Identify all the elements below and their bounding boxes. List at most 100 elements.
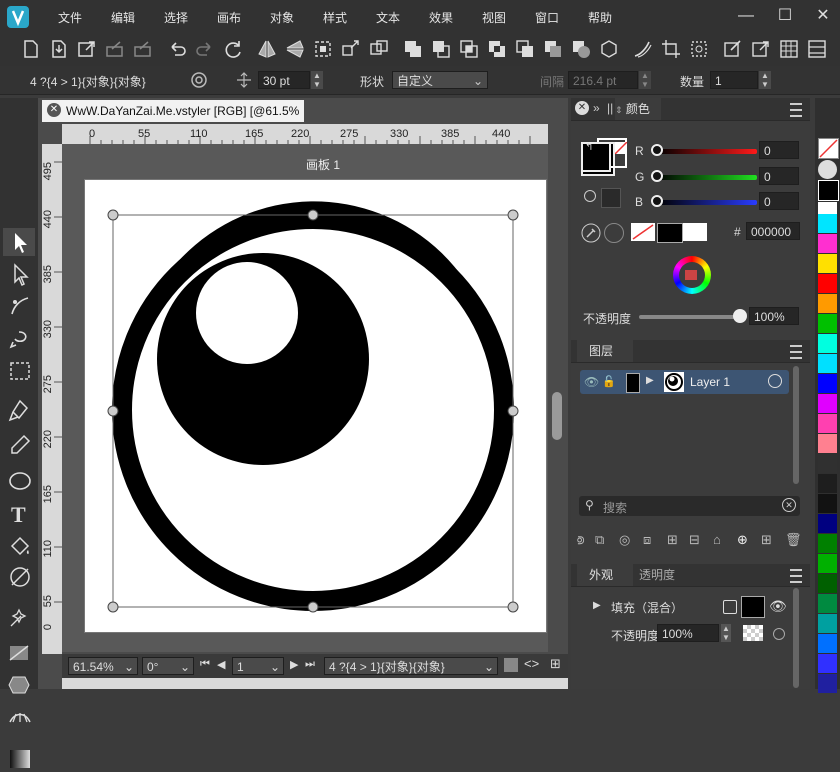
angle-select[interactable]: 0° ⌄: [142, 657, 194, 675]
maximize-icon[interactable]: ☐: [775, 6, 795, 26]
swatch-magenta[interactable]: [818, 234, 837, 253]
black-swatch[interactable]: [657, 223, 683, 243]
grid-icon[interactable]: [778, 38, 800, 60]
camera-icon[interactable]: ⌂: [713, 532, 721, 547]
channel-g-knob[interactable]: [651, 170, 663, 182]
fill-bucket-icon[interactable]: [7, 534, 33, 560]
bezier-tool-icon[interactable]: [7, 294, 33, 320]
crop-icon[interactable]: [660, 38, 682, 60]
shape-select[interactable]: 自定义 ⌄: [392, 71, 488, 89]
close-icon[interactable]: ✕: [813, 6, 833, 26]
fill-radio[interactable]: [584, 190, 596, 202]
swatch-navy[interactable]: [818, 514, 837, 533]
lasso-tool-icon[interactable]: [7, 326, 33, 352]
count-input[interactable]: 1: [710, 71, 758, 89]
layer-row[interactable]: 👁 🔓 ▶ Layer 1: [580, 370, 789, 394]
channel-b-input[interactable]: 0: [759, 192, 799, 210]
swatch-teal[interactable]: [818, 614, 837, 633]
ellipse-tool-icon[interactable]: [7, 468, 33, 494]
small-swatch[interactable]: [601, 188, 621, 208]
scroll-thumb[interactable]: [552, 392, 562, 440]
opacity-target-icon[interactable]: [773, 628, 785, 640]
clip-icon[interactable]: ⧈: [643, 532, 651, 548]
appearance-scrollbar[interactable]: [793, 588, 799, 688]
color-mode-toggle[interactable]: [604, 223, 624, 243]
swatch-forest[interactable]: [818, 574, 837, 593]
collapse-icon[interactable]: »: [593, 101, 600, 115]
new-document-icon[interactable]: [20, 38, 42, 60]
channel-r-slider[interactable]: [657, 149, 757, 154]
vertical-scrollbar[interactable]: [549, 124, 565, 654]
menu-object[interactable]: 对象: [270, 9, 294, 26]
edit-icon[interactable]: [722, 38, 744, 60]
page-select[interactable]: 1 ⌄: [232, 657, 284, 675]
swatch-green-2[interactable]: [818, 554, 837, 573]
pen-tool-icon[interactable]: [7, 398, 33, 424]
spacing-input[interactable]: 216.4 pt: [568, 71, 638, 89]
lock-icon[interactable]: 🔓: [602, 375, 616, 388]
share-alt-icon[interactable]: [132, 38, 154, 60]
hex-input[interactable]: 000000: [746, 222, 800, 240]
gradient-tool-icon[interactable]: [7, 564, 33, 590]
refresh-icon[interactable]: [222, 38, 244, 60]
artboard[interactable]: [84, 179, 547, 633]
swatch-none[interactable]: [818, 138, 839, 159]
swatch-nearblack[interactable]: [818, 494, 837, 513]
channel-r-input[interactable]: 0: [759, 141, 799, 159]
zoom-select[interactable]: 61.54% ⌄: [68, 657, 138, 675]
channel-b-knob[interactable]: [651, 195, 663, 207]
intersect-icon[interactable]: [458, 38, 480, 60]
layer-mode-icon[interactable]: [504, 658, 518, 672]
group-icon[interactable]: [312, 38, 334, 60]
layer-target-icon[interactable]: [768, 374, 782, 388]
fit-view-icon[interactable]: ⊞: [550, 656, 561, 672]
trim-icon[interactable]: [542, 38, 564, 60]
pattern-icon[interactable]: [688, 38, 710, 60]
sparkle-tool-icon[interactable]: [7, 606, 33, 632]
swatch-red[interactable]: [818, 274, 837, 293]
first-page-icon[interactable]: ⏮: [200, 658, 210, 671]
count-stepper[interactable]: ▲ ▼: [759, 71, 771, 89]
ungroup-icon[interactable]: [340, 38, 362, 60]
merge-icon[interactable]: [570, 38, 592, 60]
channel-b-slider[interactable]: [657, 200, 757, 205]
channel-r-knob[interactable]: [651, 144, 663, 156]
share-icon[interactable]: [104, 38, 126, 60]
swatch-pink[interactable]: [818, 414, 837, 433]
tab-appearance[interactable]: 外观: [577, 564, 633, 586]
panel-close-icon[interactable]: ✕: [575, 101, 589, 115]
pencil-tool-icon[interactable]: [7, 432, 33, 458]
fill-type-icon[interactable]: [723, 600, 737, 614]
swatch-cyan[interactable]: [818, 214, 837, 233]
menu-style[interactable]: 样式: [323, 9, 347, 26]
transparency-swatch[interactable]: [743, 625, 763, 641]
brush-stroke-icon[interactable]: [632, 38, 654, 60]
code-view-icon[interactable]: <>: [524, 656, 539, 671]
panel-menu-icon[interactable]: [790, 345, 802, 359]
fill-color-swatch[interactable]: [741, 596, 765, 618]
size-input[interactable]: 30 pt: [258, 71, 310, 89]
swatch-royal[interactable]: [818, 654, 837, 673]
swatch-charcoal[interactable]: [818, 474, 837, 493]
select-tool-icon[interactable]: [7, 230, 33, 256]
size-stepper[interactable]: ▲ ▼: [311, 71, 323, 89]
panel-menu-icon[interactable]: [790, 569, 802, 583]
swatch-darkgray[interactable]: [818, 454, 837, 473]
duplicate-icon[interactable]: ⧉: [595, 532, 604, 548]
menu-effect[interactable]: 效果: [429, 9, 453, 26]
document-tab[interactable]: ✕ WwW.DaYanZai.Me.vstyler [RGB] [@61.5%: [42, 100, 304, 122]
white-swatch[interactable]: [683, 223, 707, 241]
swatch-darkgreen[interactable]: [818, 534, 837, 553]
menu-select[interactable]: 选择: [164, 9, 188, 26]
add-sublayer-icon[interactable]: ⊞: [761, 532, 772, 548]
previous-page-icon[interactable]: ◀: [217, 658, 225, 671]
swatch-registration[interactable]: [818, 160, 837, 179]
group-layers-icon[interactable]: ⊞: [667, 532, 678, 548]
node-tool-icon[interactable]: [7, 262, 33, 288]
tab-layers[interactable]: 图层: [577, 340, 633, 362]
exclude-icon[interactable]: [486, 38, 508, 60]
layer-action-icon[interactable]: ⟄: [577, 532, 585, 548]
opacity-knob[interactable]: [733, 309, 747, 323]
channel-g-input[interactable]: 0: [759, 167, 799, 185]
flip-horizontal-icon[interactable]: [256, 38, 278, 60]
